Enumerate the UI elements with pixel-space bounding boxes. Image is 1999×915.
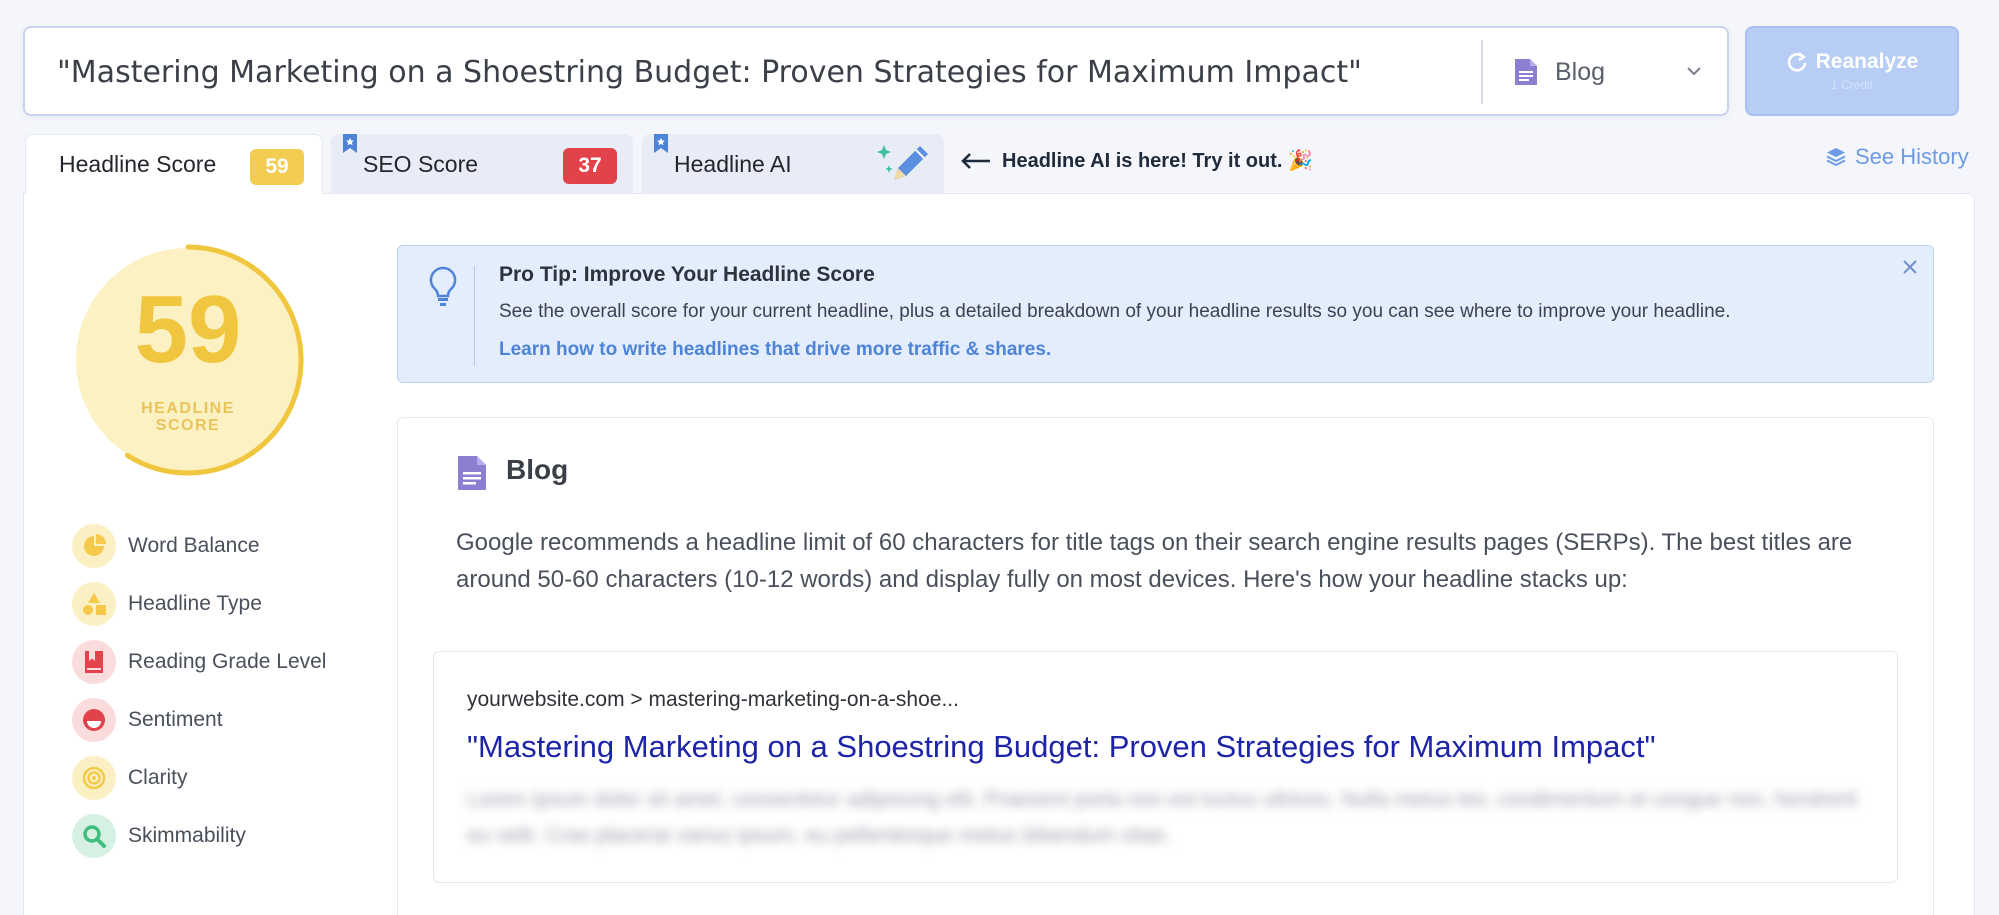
lightbulb-icon [429,266,457,306]
blog-description: Google recommends a headline limit of 60… [456,529,1853,593]
serp-url: yourwebsite.com > mastering-marketing-on… [467,688,959,711]
pie-chart-icon [72,524,116,568]
tab-headline-score[interactable]: Headline Score 59 [25,134,323,194]
tab-headline-ai[interactable]: Headline AI [642,134,944,194]
metric-label: Word Balance [128,534,260,557]
metric-label: Skimmability [128,824,246,847]
tab-headline-score-label: Headline Score [59,151,217,177]
metric-reading-grade-level[interactable]: Reading Grade Level [72,639,326,685]
tab-headline-ai-label: Headline AI [674,150,792,177]
score-caption-line2: SCORE [155,417,221,434]
book-icon [72,640,116,684]
shapes-icon [72,582,116,626]
metric-label: Clarity [128,766,188,789]
content-type-label: Blog [1555,57,1606,86]
layers-icon [1826,148,1846,167]
document-icon [1515,59,1537,85]
tab-seo-score[interactable]: SEO Score 37 [331,134,633,194]
bookmark-icon [654,134,668,153]
metric-label: Sentiment [128,708,223,731]
pro-tip-title: Pro Tip: Improve Your Headline Score [499,263,875,286]
pro-tip-divider [474,266,475,366]
headline-score-caption: HEADLINE SCORE [70,400,306,434]
see-history-label: See History [1855,144,1969,169]
metric-word-balance[interactable]: Word Balance [72,523,260,569]
arrow-left-icon [961,152,990,169]
blog-title: Blog [506,454,569,485]
headline-score-value: 59 [134,276,242,383]
bookmark-icon [343,134,357,153]
headline-ai-note-text: Headline AI is here! Try it out. 🎉 [1002,150,1313,172]
pro-tip-box: Pro Tip: Improve Your Headline Score See… [397,245,1934,383]
headline-score-badge: 59 [250,149,304,185]
document-icon [458,456,486,490]
target-icon [72,756,116,800]
tab-seo-score-label: SEO Score [363,150,479,177]
headline-input[interactable] [57,48,1477,96]
see-history-link[interactable]: See History [1825,144,1969,170]
close-icon[interactable] [1901,258,1919,276]
headline-ai-announcement: Headline AI is here! Try it out. 🎉 [960,148,1313,173]
refresh-icon [1787,52,1806,72]
headline-search-bar: Blog [23,26,1729,116]
serp-description-blurred: Lorem ipsum dolor sit amet, consectetur … [467,788,1858,847]
bar-divider [1481,40,1483,104]
serp-title[interactable]: "Mastering Marketing on a Shoestring Bud… [467,729,1656,765]
metric-headline-type[interactable]: Headline Type [72,581,262,627]
content-type-select[interactable]: Blog [1505,40,1715,104]
metric-clarity[interactable]: Clarity [72,755,188,801]
reanalyze-button[interactable]: Reanalyze 1 Credit [1745,26,1959,116]
metric-label: Headline Type [128,592,262,615]
magic-pencil-icon [877,145,928,180]
seo-score-badge: 37 [563,148,617,184]
pro-tip-link[interactable]: Learn how to write headlines that drive … [499,339,1051,361]
magnifier-icon [72,814,116,858]
metric-label: Reading Grade Level [128,650,327,673]
pro-tip-body: See the overall score for your current h… [499,301,1731,322]
chevron-down-icon [1687,67,1701,76]
metric-skimmability[interactable]: Skimmability [72,813,246,859]
score-caption-line1: HEADLINE [141,400,235,417]
serp-preview: yourwebsite.com > mastering-marketing-on… [433,651,1898,883]
sentiment-icon [72,698,116,742]
metric-sentiment[interactable]: Sentiment [72,697,223,743]
blog-preview-card: Blog Google recommends a headline limit … [397,417,1934,915]
reanalyze-label: Reanalyze [1815,50,1919,73]
reanalyze-credit: 1 Credit [1830,78,1874,92]
